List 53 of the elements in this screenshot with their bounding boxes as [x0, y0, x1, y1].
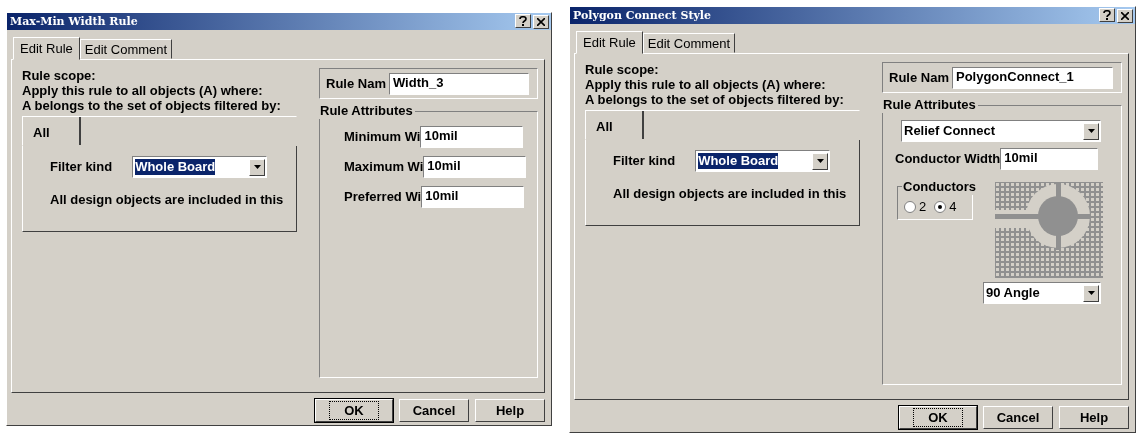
- tab[interactable]: Edit Rule: [576, 31, 643, 54]
- dialog-button[interactable]: OK: [899, 406, 977, 429]
- dropdown[interactable]: 90 Angle: [983, 282, 1101, 304]
- field-label: Rule Nam: [889, 69, 949, 86]
- scope-text: Apply this rule to all objects (A) where:: [585, 77, 827, 92]
- window-title: Max-Min Width Rule: [10, 14, 138, 29]
- dropdown[interactable]: Whole Board: [132, 156, 268, 178]
- group-label: Rule Attributes: [881, 97, 978, 113]
- dialog-button[interactable]: Cancel: [399, 399, 469, 422]
- radio-button[interactable]: [934, 201, 947, 214]
- scope-text: Rule scope:: [22, 68, 97, 83]
- help-button[interactable]: [1099, 7, 1115, 22]
- dialog-button[interactable]: Help: [475, 399, 545, 422]
- rule-name-field[interactable]: Width_3: [388, 72, 529, 95]
- tab[interactable]: Edit Comment: [79, 39, 173, 59]
- dialog-button[interactable]: Cancel: [983, 406, 1053, 429]
- field-label: Filter kind: [50, 159, 113, 175]
- rule-name-field[interactable]: PolygonConnect_1: [951, 66, 1113, 89]
- help-icon: [1103, 9, 1111, 20]
- group-label: Conductors: [902, 179, 977, 195]
- dropdown[interactable]: Relief Connect: [901, 120, 1101, 142]
- dropdown[interactable]: Whole Board: [695, 150, 831, 172]
- field-label: Rule Nam: [326, 75, 386, 92]
- dialog-button[interactable]: Help: [1059, 406, 1129, 429]
- radio-button[interactable]: [904, 201, 916, 214]
- scope-text: Apply this rule to all objects (A) where:: [22, 83, 264, 98]
- tab[interactable]: Edit Comment: [642, 33, 736, 53]
- close-button[interactable]: [533, 14, 549, 29]
- tab[interactable]: Edit Rule: [13, 37, 80, 60]
- radio-label: 2: [919, 199, 927, 215]
- group-label: Rule Attributes: [318, 103, 415, 119]
- field-label: Preferred Wi: [344, 189, 422, 205]
- help-button[interactable]: [515, 13, 531, 28]
- note-text: All design objects are included in this: [50, 192, 285, 207]
- help-icon: [519, 15, 527, 26]
- text-field[interactable]: 10mil: [1000, 148, 1099, 170]
- field-label: Minimum Wi: [344, 129, 421, 145]
- field-label: Conductor Width: [895, 151, 1001, 167]
- scope-text: A belongs to the set of objects filtered by:: [585, 92, 845, 107]
- text-field[interactable]: 10mil: [420, 126, 524, 148]
- field-label: Filter kind: [613, 153, 676, 169]
- radio-label: 4: [949, 199, 957, 215]
- text-field[interactable]: 10mil: [421, 186, 525, 208]
- close-icon: [537, 17, 545, 26]
- field-label: Maximum Wi: [344, 159, 424, 175]
- close-icon: [1121, 11, 1129, 20]
- scope-text: A belongs to the set of objects filtered by:: [22, 98, 282, 113]
- close-button[interactable]: [1117, 8, 1133, 23]
- text-field[interactable]: 10mil: [423, 156, 527, 178]
- dialog-button[interactable]: OK: [315, 399, 393, 422]
- note-text: All design objects are included in this: [613, 186, 848, 201]
- window-title: Polygon Connect Style: [573, 8, 712, 23]
- scope-text: Rule scope:: [585, 62, 660, 77]
